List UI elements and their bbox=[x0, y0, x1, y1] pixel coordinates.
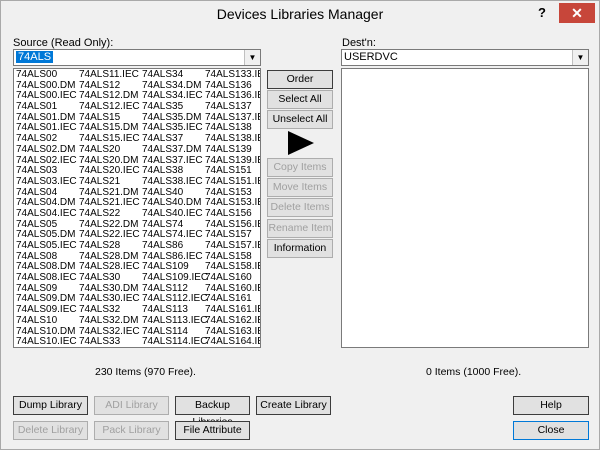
window-title: Devices Libraries Manager bbox=[216, 6, 384, 22]
list-item[interactable]: 74ALS10 bbox=[16, 315, 77, 327]
close-button[interactable]: Close bbox=[513, 421, 589, 440]
destination-label: Dest'n: bbox=[342, 37, 376, 49]
chevron-down-icon[interactable]: ▼ bbox=[244, 50, 260, 65]
source-selected-value: 74ALS bbox=[16, 51, 54, 63]
arrow-right-icon bbox=[288, 131, 314, 155]
information-button[interactable]: Information bbox=[267, 239, 333, 258]
list-item[interactable]: 74ALS21 bbox=[79, 176, 140, 188]
backup-libraries-button[interactable]: Backup Libraries bbox=[175, 396, 250, 428]
chevron-down-icon[interactable]: ▼ bbox=[572, 50, 588, 65]
file-attribute-button[interactable]: File Attribute bbox=[175, 421, 250, 440]
help-button[interactable]: Help bbox=[513, 396, 589, 415]
destination-item-count: 0 Items (1000 Free). bbox=[426, 366, 522, 378]
list-item[interactable]: 74ALS37.DM bbox=[142, 144, 208, 156]
delete-library-button[interactable]: Delete Library bbox=[13, 421, 88, 440]
list-item[interactable]: 74ALS139 bbox=[205, 144, 260, 156]
destination-selected-value: USERDVC bbox=[344, 51, 398, 63]
list-item[interactable]: 74ALS38.IEC bbox=[142, 176, 208, 188]
copy-items-button[interactable]: Copy Items bbox=[267, 158, 333, 177]
source-list-column-3: 74ALS34 74ALS34.DM 74ALS34.IEC 74ALS35 74ALS… bbox=[142, 69, 208, 347]
close-window-button[interactable]: ✕ bbox=[559, 3, 595, 23]
unselect-all-button[interactable]: Unselect All bbox=[267, 110, 333, 129]
list-item[interactable]: 74ALS02.DM bbox=[16, 144, 77, 156]
help-title-button[interactable]: ? bbox=[533, 4, 551, 22]
create-library-button[interactable]: Create Library bbox=[256, 396, 331, 415]
list-item[interactable]: 74ALS162.IEC bbox=[205, 315, 260, 327]
source-list-column-4: 74ALS133.IEC74ALS13674ALS136.IEC74ALS137… bbox=[205, 69, 260, 347]
source-label: Source (Read Only): bbox=[13, 37, 114, 49]
list-item[interactable]: 74ALS20 bbox=[79, 144, 140, 156]
source-list-column-1: 74ALS00 74ALS00.DM 74ALS00.IEC 74ALS01 74ALS… bbox=[16, 69, 77, 347]
pack-library-button[interactable]: Pack Library bbox=[94, 421, 169, 440]
delete-items-button[interactable]: Delete Items bbox=[267, 198, 333, 217]
list-item[interactable]: 74ALS113.IEC bbox=[142, 315, 208, 327]
adi-library-button[interactable]: ADI Library bbox=[94, 396, 169, 415]
rename-item-button[interactable]: Rename Item bbox=[267, 219, 333, 238]
source-items-list[interactable]: 74ALS00 74ALS00.DM 74ALS00.IEC 74ALS01 74ALS… bbox=[13, 68, 261, 348]
source-item-count: 230 Items (970 Free). bbox=[95, 366, 196, 378]
list-item[interactable]: 74ALS151.IEC bbox=[205, 176, 260, 188]
dump-library-button[interactable]: Dump Library bbox=[13, 396, 88, 415]
devices-libraries-manager-window: Devices Libraries Manager ? ✕ Source (Re… bbox=[0, 0, 600, 450]
destination-items-list[interactable] bbox=[341, 68, 589, 348]
source-combo[interactable]: 74ALS ▼ bbox=[13, 49, 261, 66]
move-items-button[interactable]: Move Items bbox=[267, 178, 333, 197]
list-item[interactable]: 74ALS32.DM bbox=[79, 315, 140, 327]
order-button[interactable]: Order bbox=[267, 70, 333, 89]
title-bar: Devices Libraries Manager ? ✕ bbox=[1, 1, 599, 27]
list-item[interactable]: 74ALS03.IEC bbox=[16, 176, 77, 188]
select-all-button[interactable]: Select All bbox=[267, 90, 333, 109]
destination-combo[interactable]: USERDVC ▼ bbox=[341, 49, 589, 66]
source-list-column-2: 74ALS11.IEC 74ALS12 74ALS12.DM 74ALS12.IEC 7… bbox=[79, 69, 140, 347]
